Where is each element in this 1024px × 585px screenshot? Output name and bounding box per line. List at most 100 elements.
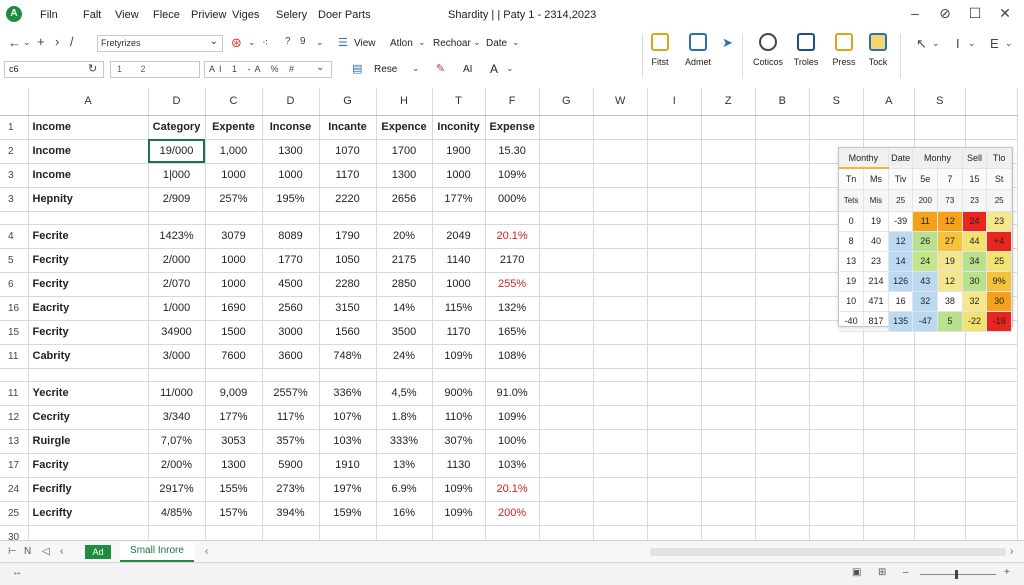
data-cell[interactable]: 3053 [205,429,263,454]
empty-cell[interactable] [863,501,915,526]
data-cell[interactable]: 110% [432,405,486,430]
column-header[interactable]: A [28,88,149,116]
data-cell[interactable]: 100% [485,429,540,454]
data-cell[interactable]: 1423% [148,224,206,249]
empty-cell[interactable] [593,429,648,454]
empty-cell[interactable] [965,525,1018,540]
empty-cell[interactable] [593,320,648,345]
empty-cell[interactable] [809,405,864,430]
row-label-cell[interactable]: Cabrity [28,344,149,369]
empty-cell[interactable] [701,405,756,430]
empty-cell[interactable] [755,115,810,140]
data-cell[interactable]: 177% [205,405,263,430]
heatmap-cell[interactable]: 24 [912,251,939,272]
empty-cell[interactable] [205,368,263,382]
empty-cell[interactable] [319,211,377,225]
empty-cell[interactable] [701,368,756,382]
data-cell[interactable]: 5900 [262,453,320,478]
header-cell[interactable]: Inconse [262,115,320,140]
empty-cell[interactable] [863,115,915,140]
data-cell[interactable]: 273% [262,477,320,502]
heatmap-cell[interactable]: 32 [962,291,988,312]
row-header[interactable]: 16 [0,296,29,321]
heatmap-cell[interactable]: 19 [863,211,889,232]
data-cell[interactable]: 117% [262,405,320,430]
empty-cell[interactable] [593,272,648,297]
header-cell[interactable]: Incante [319,115,377,140]
empty-cell[interactable] [539,296,594,321]
data-cell[interactable]: 91.0% [485,381,540,406]
empty-cell[interactable] [914,501,966,526]
data-cell[interactable]: 1000 [432,163,486,188]
data-cell[interactable]: 2917% [148,477,206,502]
empty-cell[interactable] [647,381,702,406]
empty-cell[interactable] [755,453,810,478]
data-cell[interactable]: 3150 [319,296,377,321]
row-label-cell[interactable]: Income [28,139,149,164]
empty-cell[interactable] [701,211,756,225]
empty-cell[interactable] [755,187,810,212]
empty-cell[interactable] [539,211,594,225]
data-cell[interactable]: 357% [262,429,320,454]
rechoar-button[interactable]: Rechoar [433,38,471,49]
data-cell[interactable]: 1560 [319,320,377,345]
menu-doc-parts[interactable]: Doer Parts [318,9,371,21]
empty-cell[interactable] [647,115,702,140]
empty-cell[interactable] [593,477,648,502]
format-more-icon[interactable]: ⌄ [316,62,324,73]
empty-cell[interactable] [647,453,702,478]
heatmap-cell[interactable]: -22 [962,311,988,332]
data-cell[interactable]: 107% [319,405,377,430]
empty-cell[interactable] [432,368,486,382]
heatmap-cell[interactable]: 14 [888,251,914,272]
style-dropdown-icon[interactable]: ⌄ [316,37,324,48]
empty-cell[interactable] [593,453,648,478]
data-cell[interactable]: 195% [262,187,320,212]
data-cell[interactable]: 2220 [319,187,377,212]
empty-cell[interactable] [701,344,756,369]
data-cell[interactable]: 3500 [376,320,433,345]
data-cell[interactable]: 103% [319,429,377,454]
cursor-icon[interactable]: ↖ [916,36,927,52]
row-header[interactable]: 15 [0,320,29,345]
data-cell[interactable]: 336% [319,381,377,406]
column-header[interactable]: Z [701,88,756,116]
heatmap-header[interactable]: Monhy [912,148,963,169]
empty-cell[interactable] [701,320,756,345]
empty-cell[interactable] [755,405,810,430]
column-header[interactable]: G [539,88,594,116]
empty-cell[interactable] [809,344,864,369]
empty-cell[interactable] [701,115,756,140]
data-cell[interactable] [485,525,540,540]
heatmap-cell[interactable]: -19 [986,311,1012,332]
empty-cell[interactable] [647,272,702,297]
data-cell[interactable]: 14% [376,296,433,321]
menu-gallery[interactable]: Selery [276,9,307,21]
data-cell[interactable]: 155% [205,477,263,502]
empty-cell[interactable] [701,139,756,164]
data-cell[interactable] [205,525,263,540]
row-header[interactable]: 3 [0,163,29,188]
empty-cell[interactable] [647,296,702,321]
empty-cell[interactable] [701,429,756,454]
empty-cell[interactable] [965,405,1018,430]
data-cell[interactable]: 9,009 [205,381,263,406]
empty-cell[interactable] [755,344,810,369]
heatmap-cell[interactable]: 10 [839,291,865,312]
data-cell[interactable]: 1170 [319,163,377,188]
heatmap-cell[interactable]: 5 [937,311,963,332]
empty-cell[interactable] [809,429,864,454]
record-dropdown-icon[interactable]: ⌄ [248,37,256,48]
empty-cell[interactable] [755,163,810,188]
heatmap-cell[interactable]: 19 [839,271,865,292]
empty-cell[interactable] [701,248,756,273]
rese-button[interactable]: Rese [374,64,397,75]
row-header[interactable]: 5 [0,248,29,273]
ribbon-admet-button[interactable]: Admet [676,33,720,67]
heatmap-cell[interactable]: 126 [888,271,914,292]
data-cell[interactable]: 1300 [205,453,263,478]
heatmap-cell[interactable]: 214 [863,271,889,292]
row-header[interactable]: 11 [0,344,29,369]
menu-pages[interactable]: Viges [232,9,259,21]
data-cell[interactable]: 1070 [319,139,377,164]
